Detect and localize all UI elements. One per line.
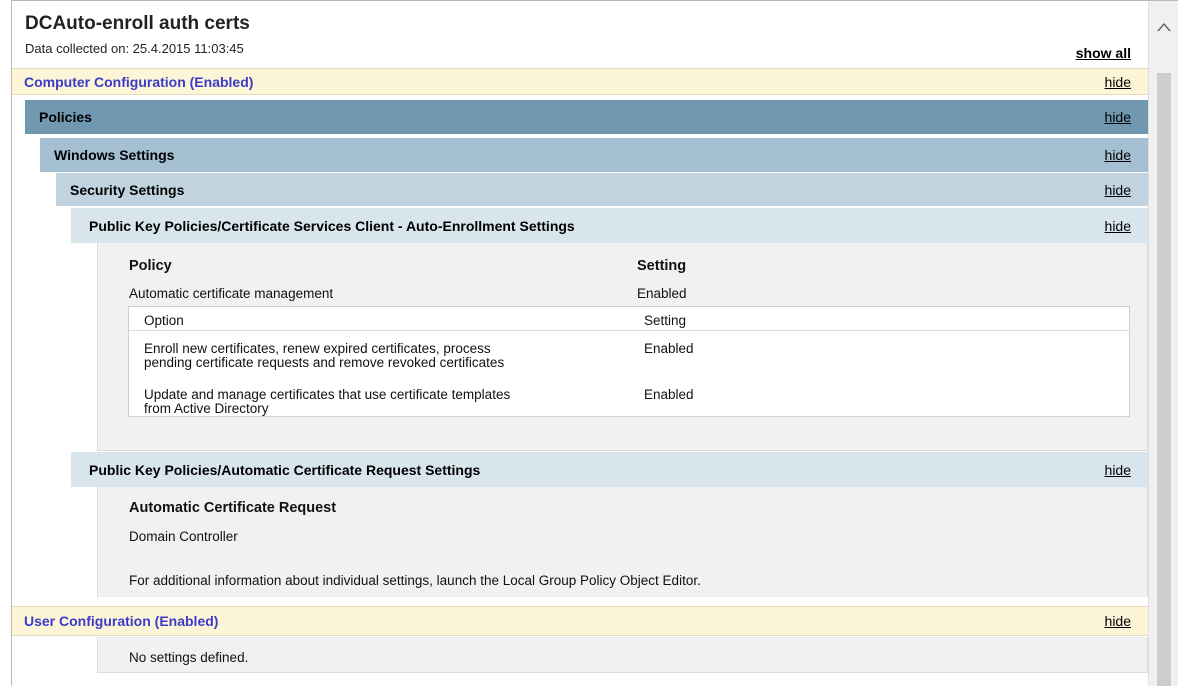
policies-header[interactable]: Policies hide xyxy=(25,100,1148,134)
user-configuration-panel xyxy=(97,637,1148,673)
report-window: DCAuto-enroll auth certs Data collected … xyxy=(11,0,1178,686)
show-all-link[interactable]: show all xyxy=(1076,45,1131,61)
editor-info-note: For additional information about individ… xyxy=(129,573,701,588)
scrollbar-thumb[interactable] xyxy=(1157,73,1171,686)
policy-value: Enabled xyxy=(637,286,687,301)
options-table-header xyxy=(129,307,1129,331)
security-settings-label: Security Settings xyxy=(70,181,185,198)
no-settings-defined: No settings defined. xyxy=(129,650,249,665)
setting-column-header: Setting xyxy=(637,258,687,274)
auto-enrollment-header[interactable]: Public Key Policies/Certificate Services… xyxy=(71,208,1148,243)
user-configuration-label: User Configuration (Enabled) xyxy=(24,613,219,629)
collected-timestamp: Data collected on: 25.4.2015 11:03:45 xyxy=(25,41,244,56)
policy-name: Automatic certificate management xyxy=(129,286,334,301)
hide-link-auto-certificate-request[interactable]: hide xyxy=(1105,462,1131,478)
windows-settings-label: Windows Settings xyxy=(54,147,175,163)
hide-link-windows-settings[interactable]: hide xyxy=(1105,147,1131,163)
option-row-2-line-2: from Active Directory xyxy=(144,401,269,416)
report-content: DCAuto-enroll auth certs Data collected … xyxy=(12,1,1148,686)
policy-column-header: Policy xyxy=(129,258,172,274)
auto-certificate-request-value: Domain Controller xyxy=(129,529,238,544)
policies-label: Policies xyxy=(39,109,92,125)
computer-configuration-header[interactable]: Computer Configuration (Enabled) hide xyxy=(12,68,1148,95)
user-configuration-header[interactable]: User Configuration (Enabled) hide xyxy=(12,606,1148,636)
hide-link-computer-configuration[interactable]: hide xyxy=(1105,74,1131,90)
hide-link-policies[interactable]: hide xyxy=(1105,109,1131,125)
windows-settings-header[interactable]: Windows Settings hide xyxy=(40,138,1148,172)
computer-configuration-label: Computer Configuration (Enabled) xyxy=(24,73,254,90)
hide-link-user-configuration[interactable]: hide xyxy=(1105,613,1131,629)
option-row-1-value: Enabled xyxy=(644,341,694,356)
option-column-header: Option xyxy=(144,313,184,328)
option-setting-column-header: Setting xyxy=(644,313,687,328)
chevron-up-icon xyxy=(1157,23,1171,31)
vertical-scrollbar[interactable] xyxy=(1148,1,1178,686)
option-row-1-line-1: Enroll new certificates, renew expired c… xyxy=(144,341,491,356)
auto-certificate-request-heading: Automatic Certificate Request xyxy=(129,500,337,516)
auto-certificate-request-header[interactable]: Public Key Policies/Automatic Certificat… xyxy=(71,452,1148,487)
option-row-2-line-1: Update and manage certificates that use … xyxy=(144,387,511,402)
scroll-up-button[interactable] xyxy=(1149,1,1178,73)
hide-link-auto-enrollment[interactable]: hide xyxy=(1105,218,1131,234)
auto-certificate-request-label: Public Key Policies/Automatic Certificat… xyxy=(89,461,481,478)
security-settings-header[interactable]: Security Settings hide xyxy=(56,173,1148,206)
report-title: DCAuto-enroll auth certs xyxy=(25,13,250,34)
option-row-1-line-2: pending certificate requests and remove … xyxy=(144,355,505,370)
option-row-2-value: Enabled xyxy=(644,387,694,402)
hide-link-security-settings[interactable]: hide xyxy=(1105,182,1131,198)
auto-enrollment-label: Public Key Policies/Certificate Services… xyxy=(89,217,575,234)
